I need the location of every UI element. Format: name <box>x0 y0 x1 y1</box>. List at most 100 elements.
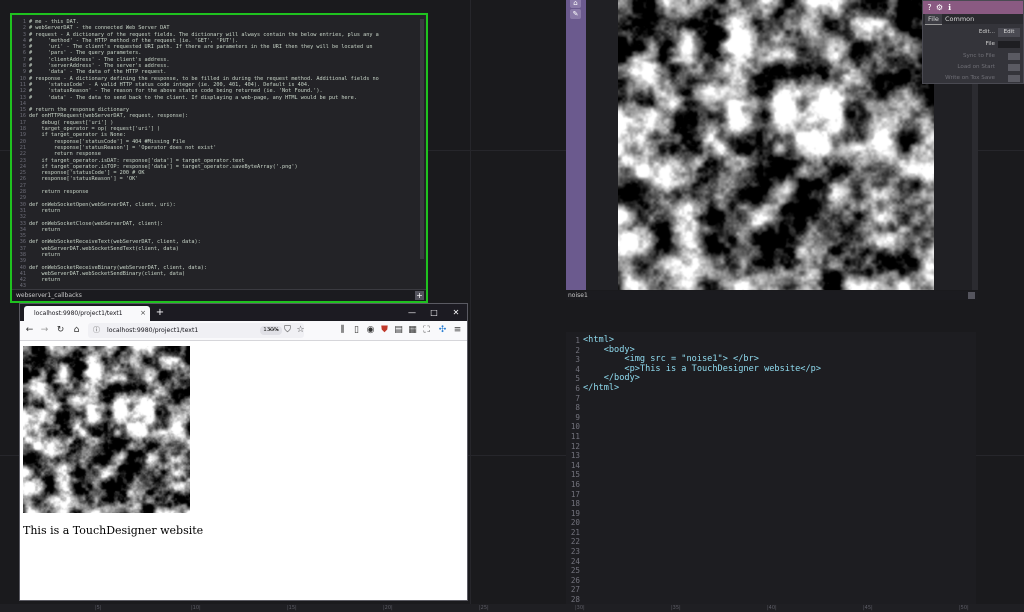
noise-viewer[interactable] <box>586 0 972 290</box>
library-icon[interactable]: ⫼ <box>336 324 349 337</box>
ruler-tick: |35| <box>671 605 681 611</box>
account-icon[interactable]: ◉ <box>364 324 377 337</box>
menu-icon[interactable]: ≡ <box>451 324 464 337</box>
line-number: 10 <box>570 422 580 432</box>
line-number-gutter: 1 2 3 4 5 6 7 8 9 10 11 12 13 14 15 16 17 18 19 20 21 22 23 24 2… <box>12 19 26 296</box>
parameter-header: ? ⚙ ℹ <box>923 1 1023 14</box>
load-toggle[interactable] <box>1008 64 1020 71</box>
ruler-tick: |30| <box>575 605 585 611</box>
viewer-name-text: noise1 <box>568 292 588 299</box>
parameter-tabs: File Common <box>923 14 1023 25</box>
line-number: 15 <box>570 470 580 480</box>
line-number: 22 <box>570 537 580 547</box>
dat-name-text: webserver1_callbacks <box>16 292 82 299</box>
code-line: # request - A dictionary of the request … <box>29 31 379 38</box>
write-toggle[interactable] <box>1008 75 1020 82</box>
callbacks-dat-panel[interactable]: 1 2 3 4 5 6 7 8 9 10 11 12 13 14 15 16 17 18 19 20 21 22 23 24 2… <box>10 13 428 303</box>
parameter-panel[interactable]: ? ⚙ ℹ File Common Edit... Edit File Sync… <box>922 0 1024 84</box>
line-number: 25 <box>570 566 580 576</box>
line-number: 8 <box>575 403 580 413</box>
browser-window[interactable]: localhost:9980/project1/text1 × + — □ ✕ … <box>20 304 467 600</box>
ruler-tick: |10| <box>191 605 201 611</box>
minimize-button[interactable]: — <box>401 306 423 319</box>
page-actions-icon[interactable]: ••• <box>267 324 280 337</box>
noise-image <box>23 346 190 513</box>
line-number: 6 <box>575 383 580 393</box>
line-number: 2 <box>575 345 580 355</box>
page-paragraph: This is a TouchDesigner website <box>23 524 204 537</box>
param-label: Write on Tox Save <box>945 75 995 81</box>
back-icon[interactable]: ← <box>23 324 36 337</box>
param-label: File <box>985 41 995 47</box>
code-editor[interactable]: # me - this DAT. # webServerDAT - the con… <box>29 19 426 296</box>
sidebar-icon[interactable]: ▯ <box>350 324 363 337</box>
viewer-add-button[interactable] <box>968 292 975 299</box>
line-number: 4 <box>575 364 580 374</box>
add-button[interactable]: + <box>415 291 424 300</box>
param-label: Load on Start <box>957 64 995 70</box>
tab-common[interactable]: Common <box>942 14 977 24</box>
line-number: 9 <box>575 412 580 422</box>
ublock-icon[interactable]: ⛊ <box>378 324 391 337</box>
line-number: 1 <box>575 336 580 345</box>
line-number: 21 <box>570 527 580 537</box>
close-window-button[interactable]: ✕ <box>445 306 467 319</box>
forward-icon[interactable]: → <box>38 324 51 337</box>
info-icon[interactable]: ⓘ <box>93 323 100 338</box>
tab-title: localhost:9980/project1/text1 <box>34 310 123 317</box>
web-page-content[interactable]: This is a TouchDesigner website <box>20 341 467 600</box>
home-icon[interactable]: ⌂ <box>570 0 581 8</box>
code-editor[interactable]: <html> <body> <img src = "noise1"> </br>… <box>583 335 821 394</box>
reload-icon[interactable]: ↻ <box>54 324 67 337</box>
network-grid-line <box>470 0 471 612</box>
line-number: 26 <box>570 575 580 585</box>
param-row-file: File <box>923 39 1023 50</box>
html-text-dat[interactable]: 1 2 3 4 5 6 7 8 9 10 11 12 13 14 15 16 17 18 19 20 21 22 23 24 2… <box>566 332 976 612</box>
ruler-tick: |25| <box>479 605 489 611</box>
extension-icon[interactable]: ▤ <box>392 324 405 337</box>
line-number: 7 <box>575 393 580 403</box>
tab-file[interactable]: File <box>925 14 942 25</box>
param-row-write: Write on Tox Save <box>923 73 1023 84</box>
line-number: 11 <box>570 431 580 441</box>
url-text: localhost:9980/project1/text1 <box>107 327 199 334</box>
bookmark-star-icon[interactable]: ☆ <box>294 324 307 337</box>
line-number: 19 <box>570 508 580 518</box>
edit-button[interactable]: Edit <box>998 28 1020 37</box>
line-number: 14 <box>570 460 580 470</box>
pocket-icon[interactable]: ⛉ <box>281 324 294 337</box>
puzzle-icon[interactable]: ✣ <box>436 324 449 337</box>
file-path-field[interactable] <box>998 41 1020 48</box>
info-icon[interactable]: ℹ <box>945 3 954 12</box>
sync-toggle[interactable] <box>1008 53 1020 60</box>
param-row-edit: Edit... Edit <box>923 27 1023 38</box>
gear-icon[interactable]: ⚙ <box>935 3 944 12</box>
home-icon[interactable]: ⌂ <box>70 324 83 337</box>
scrollbar[interactable] <box>420 19 424 259</box>
maximize-button[interactable]: □ <box>423 306 445 319</box>
param-label: Sync to File <box>962 53 995 59</box>
line-number-gutter: 1 2 3 4 5 6 7 8 9 10 11 12 13 14 15 16 17 18 19 20 21 22 23 24 2… <box>566 336 580 612</box>
line-number: 23 <box>570 547 580 557</box>
browser-tab[interactable]: localhost:9980/project1/text1 × <box>24 306 150 321</box>
crop-icon[interactable]: ⛶ <box>420 324 433 337</box>
line-number: 27 <box>570 585 580 595</box>
line-number: 18 <box>570 499 580 509</box>
timeline-ruler: |5| |10| |15| |20| |25| |30| |35| |40| |45| |50| <box>0 604 1024 612</box>
edit-icon[interactable]: ✎ <box>570 9 581 19</box>
new-tab-button[interactable]: + <box>154 306 166 319</box>
browser-toolbar: ← → ↻ ⌂ ⓘ localhost:9980/project1/text1 … <box>20 321 467 341</box>
dat-name-label: webserver1_callbacks + <box>12 289 426 301</box>
param-label: Edit... <box>978 29 995 35</box>
tab-bar: localhost:9980/project1/text1 × + — □ ✕ <box>20 304 467 321</box>
help-icon[interactable]: ? <box>925 3 934 12</box>
extension-icon[interactable]: ▦ <box>406 324 419 337</box>
line-number: 20 <box>570 518 580 528</box>
param-row-load: Load on Start <box>923 62 1023 73</box>
close-tab-icon[interactable]: × <box>140 306 146 321</box>
noise-preview <box>618 0 934 290</box>
line-number: 3 <box>575 355 580 365</box>
line-number: 5 <box>575 374 580 384</box>
ruler-tick: |5| <box>95 605 102 611</box>
viewer-name-label: noise1 <box>566 291 978 300</box>
